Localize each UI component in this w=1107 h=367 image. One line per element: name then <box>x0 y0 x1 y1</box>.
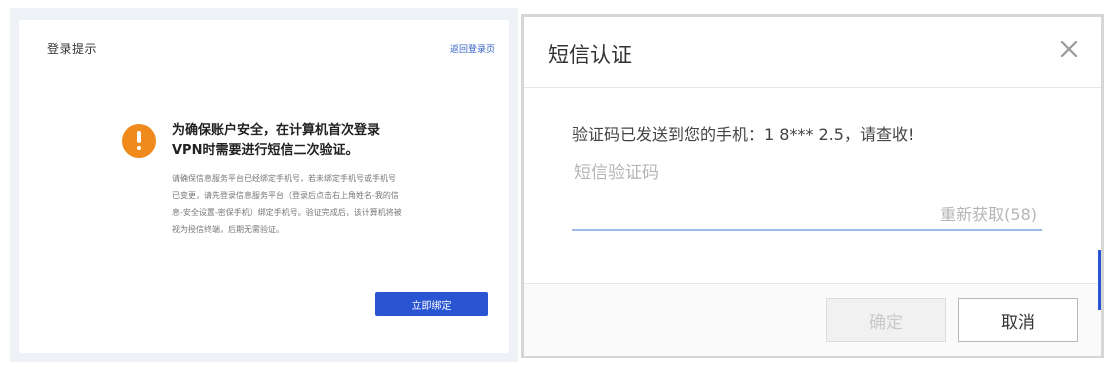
headline-line-2: VPN时需要进行短信二次验证。 <box>172 143 359 158</box>
panel-title: 登录提示 <box>47 42 98 56</box>
sms-auth-dialog: 短信认证 验证码已发送到您的手机：1 8*** 2.5，请查收! 重新获取(58… <box>521 14 1104 358</box>
dialog-footer: 确定 取消 <box>524 283 1101 356</box>
bind-now-button[interactable]: 立即绑定 <box>375 292 488 316</box>
binding-instructions: 请确保信息服务平台已经绑定手机号，若未绑定手机号或手机号已变更，请先登录信息服务… <box>172 174 402 234</box>
warning-icon <box>122 124 156 158</box>
login-prompt-card: 登录提示 返回登录页 为确保账户安全，在计算机首次登录 VPN时需要进行短信二次… <box>19 20 509 353</box>
close-icon[interactable] <box>1055 35 1083 63</box>
back-to-login-link[interactable]: 返回登录页 <box>450 42 495 55</box>
edge-accent <box>1098 250 1101 310</box>
code-sent-message: 验证码已发送到您的手机：1 8*** 2.5，请查收! <box>572 125 915 144</box>
resend-code-link[interactable]: 重新获取(58) <box>940 201 1037 225</box>
confirm-button[interactable]: 确定 <box>826 298 946 342</box>
dialog-title: 短信认证 <box>548 43 632 67</box>
input-underline <box>572 229 1042 231</box>
cancel-button[interactable]: 取消 <box>958 298 1078 342</box>
headline-line-1: 为确保账户安全，在计算机首次登录 <box>172 123 381 138</box>
dialog-header: 短信认证 <box>524 17 1101 88</box>
sms-code-input[interactable] <box>572 157 1044 189</box>
login-prompt-panel: 登录提示 返回登录页 为确保账户安全，在计算机首次登录 VPN时需要进行短信二次… <box>10 8 518 362</box>
security-headline: 为确保账户安全，在计算机首次登录 VPN时需要进行短信二次验证。 <box>172 121 412 161</box>
